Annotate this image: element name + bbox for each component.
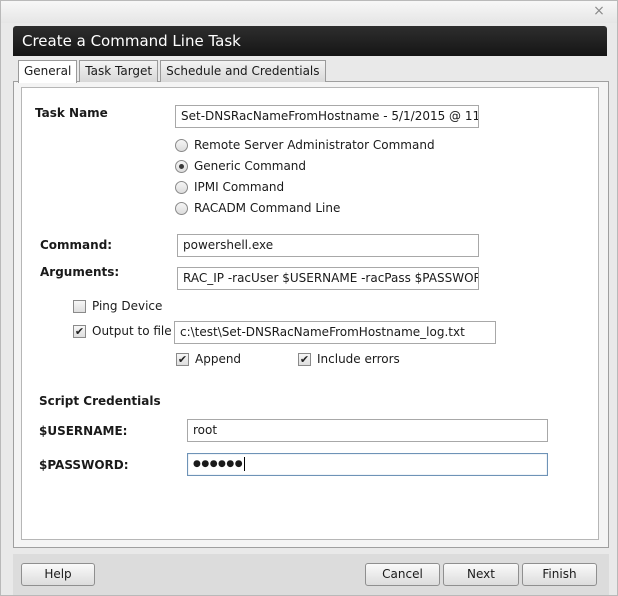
option-remote-server-admin[interactable]: Remote Server Administrator Command — [175, 137, 435, 153]
radio-button[interactable] — [175, 180, 188, 194]
option-generic-command[interactable]: Generic Command — [175, 158, 306, 174]
password-value: ●●●●●● — [193, 459, 244, 469]
output-path-input[interactable]: c:\test\Set-DNSRacNameFromHostname_log.t… — [174, 321, 496, 344]
title-bar[interactable]: × — [1, 1, 617, 23]
finish-button[interactable]: Finish — [522, 563, 597, 586]
tab-task-target[interactable]: Task Target — [79, 60, 159, 82]
script-credentials-heading: Script Credentials — [39, 394, 161, 408]
option-label: IPMI Command — [194, 180, 285, 194]
option-ipmi-command[interactable]: IPMI Command — [175, 179, 284, 195]
cancel-button[interactable]: Cancel — [365, 563, 440, 586]
option-label: Remote Server Administrator Command — [194, 138, 435, 152]
radio-button[interactable] — [175, 138, 188, 152]
output-to-file-checkbox[interactable]: ✔ — [73, 324, 86, 338]
option-label: RACADM Command Line — [194, 201, 341, 215]
username-label: $USERNAME: — [39, 424, 128, 438]
output-to-file-label: Output to file — [92, 324, 172, 338]
include-errors-label: Include errors — [317, 352, 400, 366]
task-name-input[interactable]: Set-DNSRacNameFromHostname - 5/1/2015 @ … — [175, 105, 479, 128]
dialog-header: Create a Command Line Task — [13, 26, 607, 56]
ping-device-checkbox[interactable] — [73, 299, 86, 313]
ping-device-label: Ping Device — [92, 299, 163, 313]
next-button[interactable]: Next — [443, 563, 519, 586]
append-label: Append — [195, 352, 242, 366]
text-cursor — [244, 456, 246, 471]
option-racadm-command-line[interactable]: RACADM Command Line — [175, 200, 340, 216]
option-label: Generic Command — [194, 159, 307, 173]
tab-strip: General Task Target Schedule and Credent… — [18, 60, 328, 83]
password-label: $PASSWORD: — [39, 458, 129, 472]
password-input[interactable]: ●●●●●● — [187, 453, 548, 476]
include-errors-checkbox[interactable]: ✔ — [298, 352, 311, 366]
command-input[interactable]: powershell.exe — [177, 234, 479, 257]
tab-schedule-credentials[interactable]: Schedule and Credentials — [160, 60, 326, 82]
help-button[interactable]: Help — [21, 563, 95, 586]
radio-button-selected[interactable] — [175, 159, 188, 173]
arguments-input[interactable]: RAC_IP -racUser $USERNAME -racPass $PASS… — [177, 267, 479, 290]
tab-general[interactable]: General — [18, 60, 78, 83]
task-name-label: Task Name — [35, 106, 108, 120]
include-errors-option[interactable]: ✔ Include errors — [298, 351, 400, 367]
append-option[interactable]: ✔ Append — [176, 351, 241, 367]
dialog-footer — [13, 554, 609, 595]
dialog-title: Create a Command Line Task — [22, 32, 241, 50]
username-input[interactable]: root — [187, 419, 548, 442]
command-label: Command: — [40, 238, 113, 252]
radio-button[interactable] — [175, 201, 188, 215]
output-to-file-option[interactable]: ✔ Output to file — [73, 323, 172, 339]
append-checkbox[interactable]: ✔ — [176, 352, 189, 366]
close-icon[interactable]: × — [591, 3, 607, 19]
ping-device-option[interactable]: Ping Device — [73, 298, 162, 314]
arguments-label: Arguments: — [40, 265, 120, 279]
dialog-window: × Create a Command Line Task General Tas… — [0, 0, 618, 596]
